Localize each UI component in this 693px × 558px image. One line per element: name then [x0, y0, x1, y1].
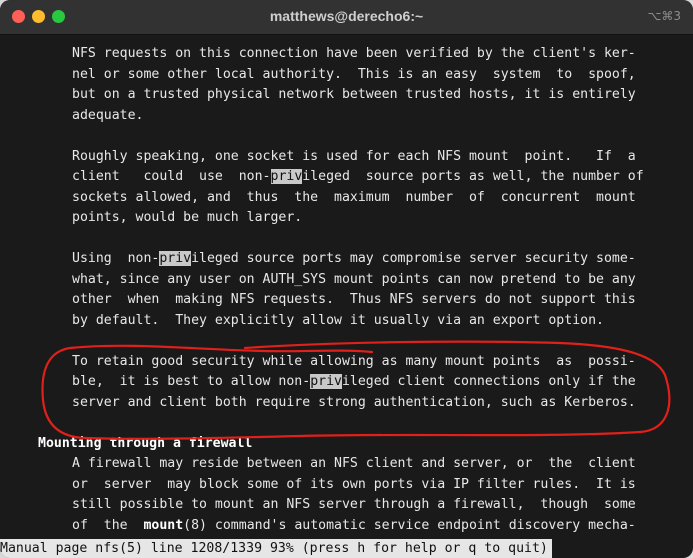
- command-reference: mount: [143, 517, 184, 533]
- text-line: points, would be much larger.: [72, 210, 303, 225]
- title-bar[interactable]: matthews@derecho6:~ ⌥⌘3: [0, 0, 693, 35]
- text-segment: (8) command's automatic service endpoint…: [183, 517, 636, 533]
- text-line: NFS requests on this connection have bee…: [72, 46, 636, 61]
- text-line: server and client both require strong au…: [72, 394, 636, 410]
- text-line: what, since any user on AUTH_SYS mount p…: [72, 271, 636, 287]
- text-segment: client could use non-: [72, 169, 271, 184]
- terminal-content[interactable]: NFS requests on this connection have bee…: [0, 35, 693, 558]
- text-line: by default. They explicitly allow it usu…: [72, 312, 604, 328]
- text-line: of the mount(8) command's automatic serv…: [72, 516, 636, 537]
- section-heading: Mounting through a firewall: [38, 435, 253, 451]
- text-line: other when making NFS requests. Thus NFS…: [72, 292, 636, 307]
- text-line: or server may block some of its own port…: [72, 476, 636, 492]
- pager-status-line: Manual page nfs(5) line 1208/1339 93% (p…: [0, 539, 552, 558]
- window-title: matthews@derecho6:~: [269, 8, 424, 24]
- search-highlight: priv: [270, 169, 303, 184]
- text-segment: Using non-: [72, 251, 160, 266]
- text-segment: of the: [72, 517, 144, 533]
- text-line: still possible to mount an NFS server th…: [72, 497, 636, 512]
- text-segment: ileged source ports as well, the number …: [302, 169, 644, 184]
- text-segment: ileged source ports may compromise serve…: [191, 251, 636, 266]
- search-highlight: priv: [310, 374, 342, 389]
- text-segment: ileged client connections only if the: [341, 374, 636, 389]
- text-line: nel or some other local authority. This …: [72, 66, 636, 82]
- text-segment: ble, it is best to allow non-: [72, 374, 311, 389]
- text-line: client could use non-privileged source p…: [72, 167, 644, 188]
- terminal-window: matthews@derecho6:~ ⌥⌘3 NFS requests on …: [0, 0, 693, 558]
- text-line: adequate.: [72, 107, 144, 123]
- window-shortcut: ⌥⌘3: [647, 9, 681, 23]
- text-line: Using non-privileged source ports may co…: [72, 249, 636, 270]
- text-line: To retain good security while allowing a…: [72, 353, 636, 369]
- text-line: A firewall may reside between an NFS cli…: [72, 456, 636, 471]
- text-line: Roughly speaking, one socket is used for…: [72, 148, 636, 164]
- text-line: ble, it is best to allow non-privileged …: [72, 372, 636, 393]
- search-highlight: priv: [159, 251, 192, 266]
- text-line: sockets allowed, and thus the maximum nu…: [72, 189, 636, 205]
- text-line: but on a trusted physical network betwee…: [72, 87, 636, 102]
